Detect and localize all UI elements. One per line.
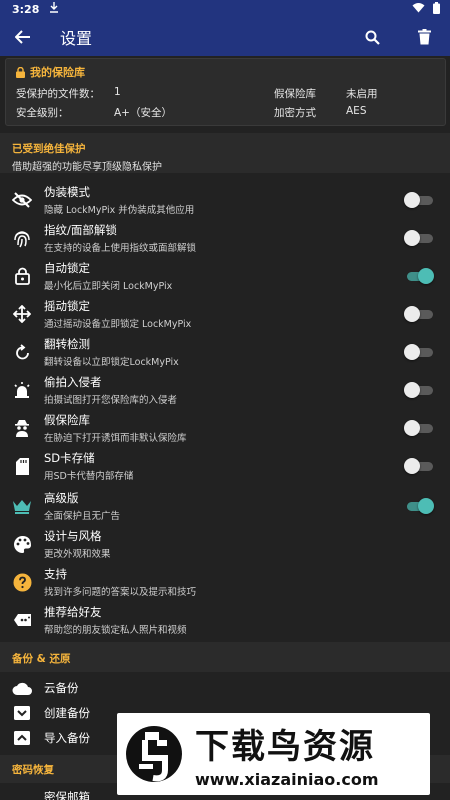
vault-title: 我的保险库: [30, 66, 85, 79]
fake-vault-label: 假保险库: [274, 88, 316, 100]
fake-vault-toggle[interactable]: [404, 420, 434, 436]
security-level-value: A+（安全）: [114, 107, 172, 119]
watermark-overlay: 下载鸟资源 www.xiazainiao.com: [117, 713, 430, 795]
battery-icon: [433, 1, 440, 17]
setting-recommend-friends[interactable]: 推荐给好友帮助您的朋友锁定私人照片和视频: [0, 601, 450, 639]
status-bar: 3:28: [0, 0, 450, 18]
disguise-mode-toggle[interactable]: [404, 192, 434, 208]
wifi-icon: [412, 2, 425, 16]
security-level-label: 安全级别：: [16, 107, 69, 119]
setting-subtitle: 用SD卡代替内部存储: [44, 471, 134, 482]
watermark-brand: 下载鸟资源: [195, 727, 375, 767]
watermark-logo: [123, 718, 185, 790]
setting-flip-detection[interactable]: 翻转检测翻转设备以立即锁定LockMyPix: [0, 333, 450, 371]
setting-auto-lock[interactable]: 自动锁定最小化后立即关闭 LockMyPix: [0, 257, 450, 295]
import-icon: [0, 730, 44, 746]
setting-subtitle: 通过摇动设备立即锁定 LockMyPix: [44, 319, 192, 330]
protected-files-value: 1: [114, 86, 121, 98]
setting-subtitle: 隐藏 LockMyPix 并伪装成其他应用: [44, 205, 195, 216]
fingerprint-icon: [0, 229, 44, 248]
setting-support[interactable]: 支持找到许多问题的答案以及提示和技巧: [0, 563, 450, 601]
move-icon: [0, 305, 44, 323]
setting-title: 指纹/面部解锁: [44, 223, 117, 237]
crown-icon: [0, 499, 44, 514]
setting-intruder-photo[interactable]: 偷拍入侵者拍摄试图打开您保险库的入侵者: [0, 371, 450, 409]
setting-fingerprint-unlock[interactable]: 指纹/面部解锁在支持的设备上使用指纹或面部解锁: [0, 219, 450, 257]
eye-off-icon: [0, 192, 44, 208]
setting-title: 偷拍入侵者: [44, 375, 102, 389]
protection-section-header: 已受到绝佳保护 借助超强的功能尽享顶级隐私保护: [0, 133, 450, 173]
setting-title: 伪装模式: [44, 185, 90, 199]
setting-subtitle: 在胁迫下打开诱饵而非默认保险库: [44, 433, 187, 444]
setting-subtitle: 拍摄试图打开您保险库的入侵者: [44, 395, 178, 406]
setting-design-style[interactable]: 设计与风格更改外观和效果: [0, 525, 450, 563]
setting-title: 翻转检测: [44, 337, 90, 351]
section-title: 备份 & 还原: [12, 653, 71, 665]
encryption-label: 加密方式: [274, 107, 316, 119]
setting-sd-card-storage[interactable]: SD卡存储用SD卡代替内部存储: [0, 447, 450, 485]
setting-subtitle: 全面保护且无广告: [44, 511, 121, 522]
backup-section-header: 备份 & 还原: [0, 642, 450, 672]
setting-subtitle: 在支持的设备上使用指纹或面部解锁: [44, 243, 197, 254]
setting-disguise-mode[interactable]: 伪装模式隐藏 LockMyPix 并伪装成其他应用: [0, 181, 450, 219]
palette-icon: [0, 535, 44, 554]
premium-toggle[interactable]: [404, 498, 434, 514]
setting-subtitle: 最小化后立即关闭 LockMyPix: [44, 281, 173, 292]
setting-fake-vault[interactable]: 假保险库在胁迫下打开诱饵而非默认保险库: [0, 409, 450, 447]
setting-subtitle: 找到许多问题的答案以及提示和技巧: [44, 587, 197, 598]
setting-title: 支持: [44, 567, 67, 581]
sd-card-storage-toggle[interactable]: [404, 458, 434, 474]
trash-icon: [417, 29, 431, 45]
fingerprint-unlock-toggle[interactable]: [404, 230, 434, 246]
setting-title: 假保险库: [44, 413, 90, 427]
help-icon: [0, 573, 44, 592]
lock-icon: [16, 66, 25, 78]
vault-info-card: 我的保险库 受保护的文件数： 1 假保险库 未启用 安全级别： A+（安全） 加…: [5, 58, 446, 126]
setting-title: 自动锁定: [44, 261, 90, 275]
download-icon: [49, 2, 59, 16]
setting-title: 摇动锁定: [44, 299, 90, 313]
setting-subtitle: 帮助您的朋友锁定私人照片和视频: [44, 625, 187, 636]
arrow-left-icon: [15, 30, 30, 44]
setting-title: SD卡存储: [44, 451, 95, 465]
cloud-icon: [0, 682, 44, 695]
shake-lock-toggle[interactable]: [404, 306, 434, 322]
vault-title-row: 我的保险库: [16, 64, 435, 80]
intruder-photo-toggle[interactable]: [404, 382, 434, 398]
section-subtitle: 借助超强的功能尽享顶级隐私保护: [12, 162, 162, 173]
backup-item-cloud[interactable]: 云备份: [0, 674, 450, 702]
app-bar: 设置: [0, 18, 450, 56]
setting-subtitle: 更改外观和效果: [44, 549, 111, 560]
encryption-value: AES: [346, 105, 367, 117]
section-title: 已受到绝佳保护: [12, 143, 86, 155]
archive-icon: [0, 705, 44, 721]
page-title: 设置: [60, 29, 93, 48]
sd-card-icon: [0, 457, 44, 475]
flip-detection-toggle[interactable]: [404, 344, 434, 360]
status-time: 3:28: [12, 2, 40, 16]
setting-subtitle: 翻转设备以立即锁定LockMyPix: [44, 357, 179, 368]
lock-icon: [0, 267, 44, 285]
search-icon: [365, 30, 380, 45]
spy-icon: [0, 419, 44, 437]
auto-lock-toggle[interactable]: [404, 268, 434, 284]
rotate-icon: [0, 343, 44, 361]
setting-title: 高级版: [44, 491, 79, 505]
back-button[interactable]: [0, 18, 46, 56]
delete-button[interactable]: [398, 18, 450, 56]
fake-vault-value: 未启用: [346, 88, 378, 100]
setting-premium[interactable]: 高级版全面保护且无广告: [0, 487, 450, 525]
setting-title: 设计与风格: [44, 529, 102, 543]
backup-item-label: 云备份: [44, 681, 79, 695]
share-icon: [0, 613, 44, 627]
watermark-url: www.xiazainiao.com: [195, 770, 379, 789]
search-button[interactable]: [346, 18, 398, 56]
setting-title: 推荐给好友: [44, 605, 102, 619]
protected-files-label: 受保护的文件数：: [16, 88, 100, 100]
setting-shake-lock[interactable]: 摇动锁定通过摇动设备立即锁定 LockMyPix: [0, 295, 450, 333]
alarm-icon: [0, 381, 44, 399]
